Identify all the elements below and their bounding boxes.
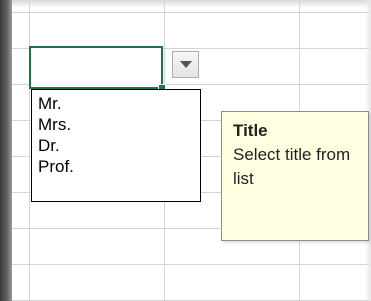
list-item-dr[interactable]: Dr.: [38, 135, 200, 156]
dropdown-button[interactable]: [172, 51, 199, 78]
validation-dropdown-list: Mr. Mrs. Dr. Prof.: [31, 89, 201, 202]
tooltip-title: Title: [233, 121, 268, 140]
list-item-prof[interactable]: Prof.: [38, 156, 200, 177]
list-item-mrs[interactable]: Mrs.: [38, 114, 200, 135]
input-message-tooltip: Title Select title from list: [221, 111, 369, 241]
list-item-mr[interactable]: Mr.: [38, 93, 200, 114]
left-edge-shadow: [0, 0, 12, 301]
active-cell[interactable]: [29, 46, 163, 89]
tooltip-body: Select title from list: [233, 145, 351, 188]
chevron-down-icon: [179, 61, 192, 68]
top-edge-shadow: [0, 0, 371, 8]
